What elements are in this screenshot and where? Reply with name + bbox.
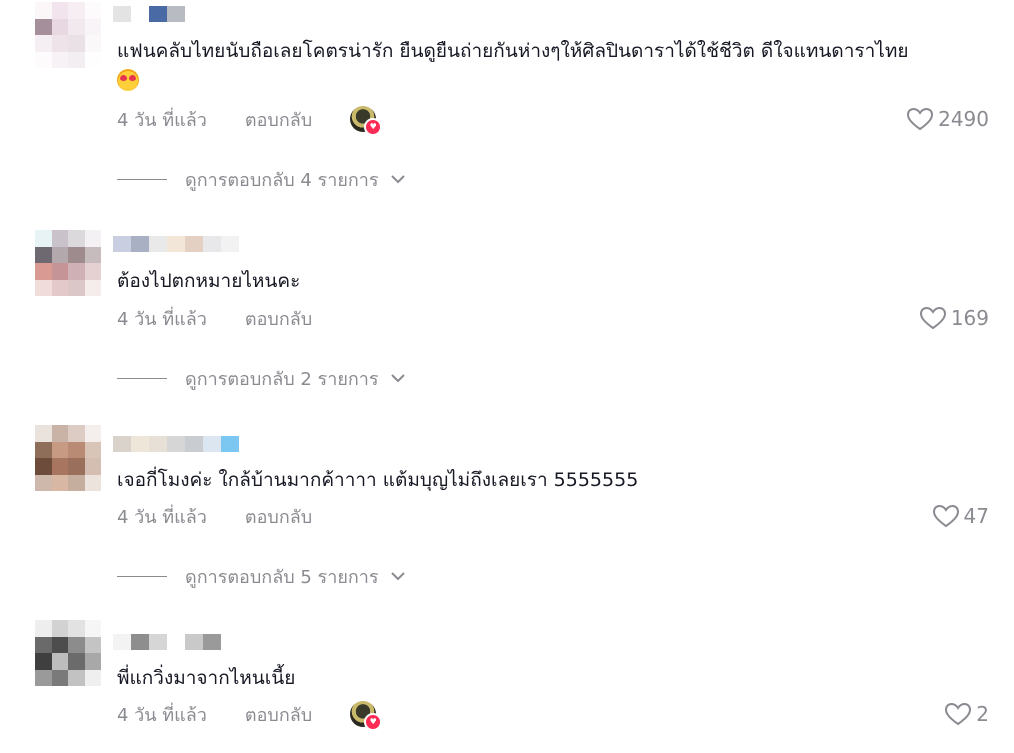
username[interactable] — [113, 632, 221, 652]
like-button[interactable]: 169 — [919, 304, 989, 332]
username[interactable] — [113, 234, 239, 254]
smiling-face-with-heart-eyes-icon — [117, 69, 139, 91]
divider-line — [117, 575, 167, 577]
comment-meta: 4 วัน ที่แล้ว ตอบกลับ ♥ — [117, 700, 383, 731]
like-button[interactable]: 47 — [932, 502, 989, 530]
comment-time: 4 วัน ที่แล้ว — [117, 506, 207, 528]
like-count: 169 — [950, 306, 989, 330]
username[interactable] — [113, 434, 239, 454]
view-replies-label: ดูการตอบกลับ 2 รายการ — [185, 368, 379, 390]
like-button[interactable]: 2490 — [906, 105, 989, 133]
heart-outline-icon — [919, 306, 946, 330]
comment-time: 4 วัน ที่แล้ว — [117, 109, 207, 131]
chevron-down-icon — [389, 372, 407, 384]
comment-text: แฟนคลับไทยนับถือเลยโคตรน่ารัก ยืนดูยืนถ่… — [117, 36, 984, 96]
view-replies-label: ดูการตอบกลับ 4 รายการ — [185, 169, 379, 191]
reply-button[interactable]: ตอบกลับ — [245, 304, 312, 333]
like-count: 2 — [976, 702, 989, 726]
heart-outline-icon — [945, 702, 972, 726]
chevron-down-icon — [389, 570, 407, 582]
like-button[interactable]: 2 — [944, 700, 989, 728]
divider-line — [117, 178, 167, 180]
like-count: 47 — [963, 504, 989, 528]
divider-line — [117, 377, 167, 379]
comment-meta: 4 วัน ที่แล้ว ตอบกลับ ♥ — [117, 105, 383, 136]
heart-badge-icon: ♥ — [364, 118, 383, 136]
view-replies-label: ดูการตอบกลับ 5 รายการ — [185, 566, 379, 588]
reply-button[interactable]: ตอบกลับ — [245, 700, 312, 729]
chevron-down-icon — [389, 173, 407, 185]
comment-meta: 4 วัน ที่แล้ว ตอบกลับ — [117, 305, 312, 331]
view-replies-button[interactable]: ดูการตอบกลับ 5 รายการ — [117, 563, 407, 589]
view-replies-button[interactable]: ดูการตอบกลับ 4 รายการ — [117, 166, 407, 192]
reply-button[interactable]: ตอบกลับ — [245, 502, 312, 531]
comment-meta: 4 วัน ที่แล้ว ตอบกลับ — [117, 503, 312, 529]
avatar[interactable] — [35, 2, 101, 68]
comment-time: 4 วัน ที่แล้ว — [117, 308, 207, 330]
avatar[interactable] — [35, 425, 101, 491]
avatar[interactable] — [35, 230, 101, 296]
heart-outline-icon — [932, 504, 959, 528]
comment-text: ต้องไปตกหมายไหนคะ — [117, 270, 301, 292]
comment-time: 4 วัน ที่แล้ว — [117, 704, 207, 726]
comment-text: พี่แกวิ่งมาจากไหนเนี้ย — [117, 667, 296, 689]
avatar[interactable] — [35, 620, 101, 686]
creator-liked-avatar: ♥ — [350, 701, 383, 731]
heart-badge-icon: ♥ — [364, 713, 383, 731]
comment-text: เจอกี่โมงค่ะ ใกล้บ้านมากค้าาาา แต้มบุญไม… — [117, 469, 639, 491]
reply-button[interactable]: ตอบกลับ — [245, 105, 312, 134]
heart-outline-icon — [907, 107, 934, 131]
view-replies-button[interactable]: ดูการตอบกลับ 2 รายการ — [117, 365, 407, 391]
username[interactable] — [113, 4, 185, 24]
creator-liked-avatar: ♥ — [350, 106, 383, 136]
like-count: 2490 — [938, 107, 989, 131]
